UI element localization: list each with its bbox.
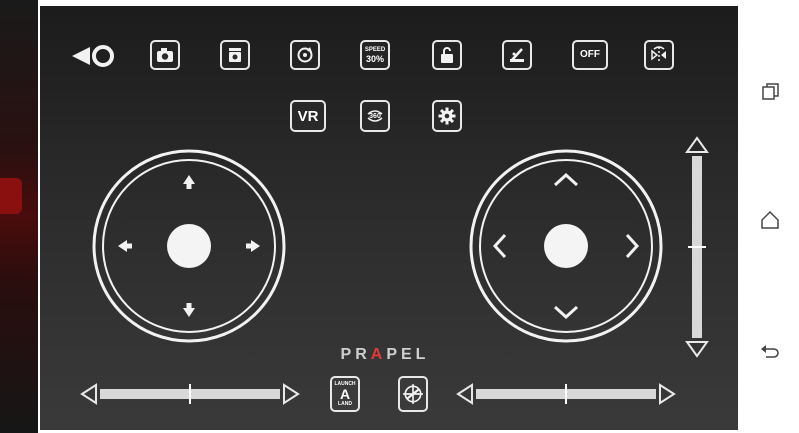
camera-icon xyxy=(157,48,173,62)
right-trim-slider[interactable] xyxy=(456,382,676,406)
android-nav-bar xyxy=(738,0,799,433)
back-arrow-icon[interactable] xyxy=(70,43,116,69)
launch-land-button[interactable]: LAUNCH A LAND xyxy=(330,376,360,412)
land-label: LAND xyxy=(338,401,352,407)
trim-compass-button[interactable] xyxy=(398,376,428,412)
brand-text-end: PEL xyxy=(386,346,430,363)
rotate-button[interactable] xyxy=(290,40,320,70)
brand-logo: PRAPEL xyxy=(330,346,440,364)
trim-compass-icon xyxy=(403,384,423,404)
lock-button[interactable] xyxy=(432,40,462,70)
home-icon xyxy=(761,210,779,229)
left-joystick[interactable] xyxy=(91,148,287,344)
rotate-icon xyxy=(297,47,313,63)
off-label: OFF xyxy=(580,49,600,60)
calibrate-button[interactable] xyxy=(502,40,532,70)
calibrate-icon xyxy=(510,48,524,62)
vr-label: VR xyxy=(297,107,319,125)
right-joystick[interactable] xyxy=(468,148,664,344)
speed-value: 30% xyxy=(365,53,384,64)
flip-button[interactable] xyxy=(644,40,674,70)
photo-red-patch xyxy=(0,178,22,214)
brand-text-start: PR xyxy=(340,346,371,363)
home-button[interactable] xyxy=(758,208,782,232)
camera-button[interactable] xyxy=(150,40,180,70)
off-button[interactable]: OFF xyxy=(572,40,608,70)
launch-land-letter: A xyxy=(339,386,351,402)
gear-icon xyxy=(438,107,456,125)
speed-button[interactable]: SPEED 30% xyxy=(360,40,390,70)
controller-screen: SPEED 30% OFF VR 360 PRAPEL LAUNCH A LAN… xyxy=(40,6,738,430)
recent-apps-icon xyxy=(762,83,779,100)
rotate-360-label: 360 xyxy=(369,112,381,120)
settings-button[interactable] xyxy=(432,100,462,132)
vertical-trim-slider[interactable] xyxy=(684,136,710,358)
vr-button[interactable]: VR xyxy=(290,100,326,132)
video-record-icon xyxy=(229,48,241,62)
brand-accent-letter: A xyxy=(370,346,387,363)
left-trim-slider[interactable] xyxy=(80,382,300,406)
back-button[interactable] xyxy=(758,340,782,364)
flip-icon xyxy=(651,46,666,63)
rotate-360-button[interactable]: 360 xyxy=(360,100,390,132)
speed-label-top: SPEED xyxy=(364,46,386,53)
unlock-icon xyxy=(441,47,453,63)
back-icon xyxy=(761,345,779,358)
background-photo-edge xyxy=(0,0,38,433)
recent-apps-button[interactable] xyxy=(758,80,782,104)
video-record-button[interactable] xyxy=(220,40,250,70)
